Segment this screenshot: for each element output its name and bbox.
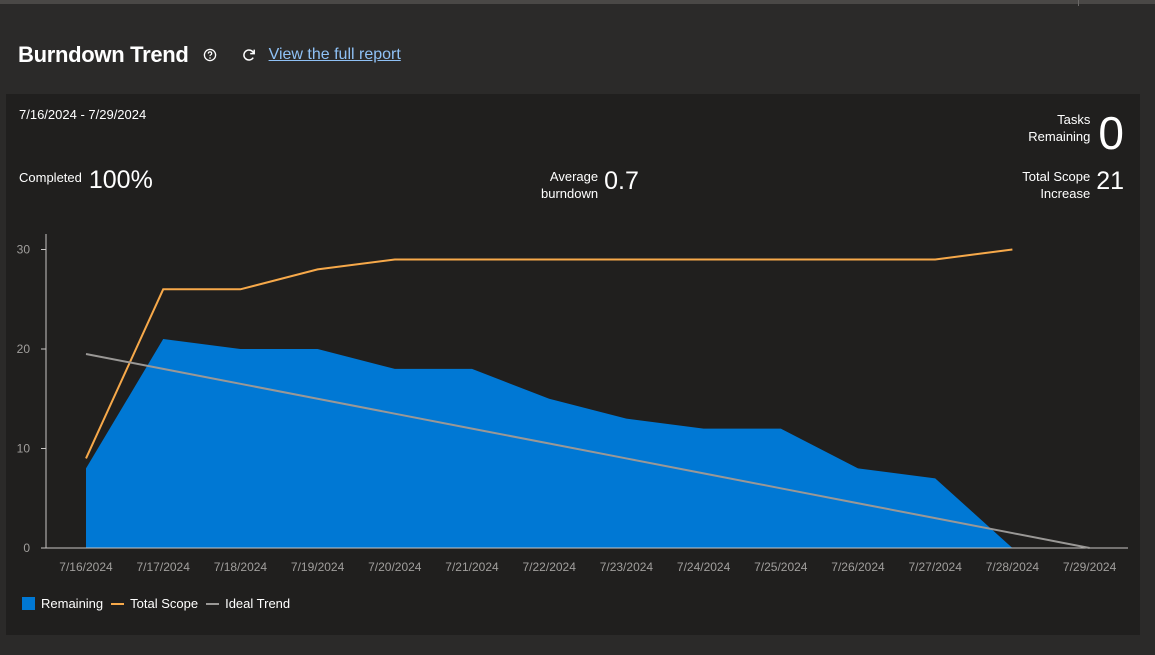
view-full-report-link[interactable]: View the full report [269,46,401,64]
x-axis-ticks: 7/16/2024 7/17/2024 7/18/2024 7/19/2024 7/20… [59,560,1116,574]
x-tick-label: 7/18/2024 [214,560,268,574]
x-tick-label: 7/25/2024 [754,560,808,574]
y-tick-label: 10 [17,442,31,456]
top-border-tick [1078,0,1079,6]
x-tick-label: 7/17/2024 [137,560,191,574]
chart-legend: Remaining Total Scope Ideal Trend [22,596,298,611]
x-tick-label: 7/26/2024 [831,560,885,574]
y-tick-label: 30 [17,243,31,257]
legend-remaining[interactable]: Remaining [22,596,103,611]
legend-ideal-trend-label: Ideal Trend [225,596,291,611]
legend-total-scope[interactable]: Total Scope [111,596,198,611]
top-border [0,0,1155,4]
legend-ideal-trend-swatch [206,602,220,605]
help-icon[interactable] [203,48,217,62]
refresh-icon[interactable] [241,47,257,63]
legend-ideal-trend[interactable]: Ideal Trend [206,596,290,611]
x-tick-label: 7/21/2024 [445,560,499,574]
x-tick-label: 7/29/2024 [1063,560,1117,574]
burndown-panel: 7/16/2024 - 7/29/2024 Completed 100% Ave… [6,94,1140,635]
x-tick-label: 7/19/2024 [291,560,345,574]
legend-remaining-label: Remaining [41,596,104,611]
legend-total-scope-label: Total Scope [130,596,199,611]
y-tick-label: 0 [23,541,30,555]
x-tick-label: 7/22/2024 [523,560,577,574]
x-tick-label: 7/28/2024 [986,560,1040,574]
x-tick-label: 7/24/2024 [677,560,731,574]
y-tick-label: 20 [17,342,31,356]
x-tick-label: 7/27/2024 [909,560,963,574]
burndown-chart: 0 10 20 30 7/16/2024 7/17/2024 7/18/2024 7/19/… [17,234,1128,574]
legend-total-scope-swatch [111,602,125,605]
legend-remaining-swatch [22,597,35,610]
widget-header: Burndown Trend View the full report [18,38,401,72]
widget-title: Burndown Trend [18,42,189,67]
x-tick-label: 7/20/2024 [368,560,422,574]
x-tick-label: 7/16/2024 [59,560,113,574]
y-axis-ticks: 0 10 20 30 [17,243,46,555]
x-tick-label: 7/23/2024 [600,560,654,574]
